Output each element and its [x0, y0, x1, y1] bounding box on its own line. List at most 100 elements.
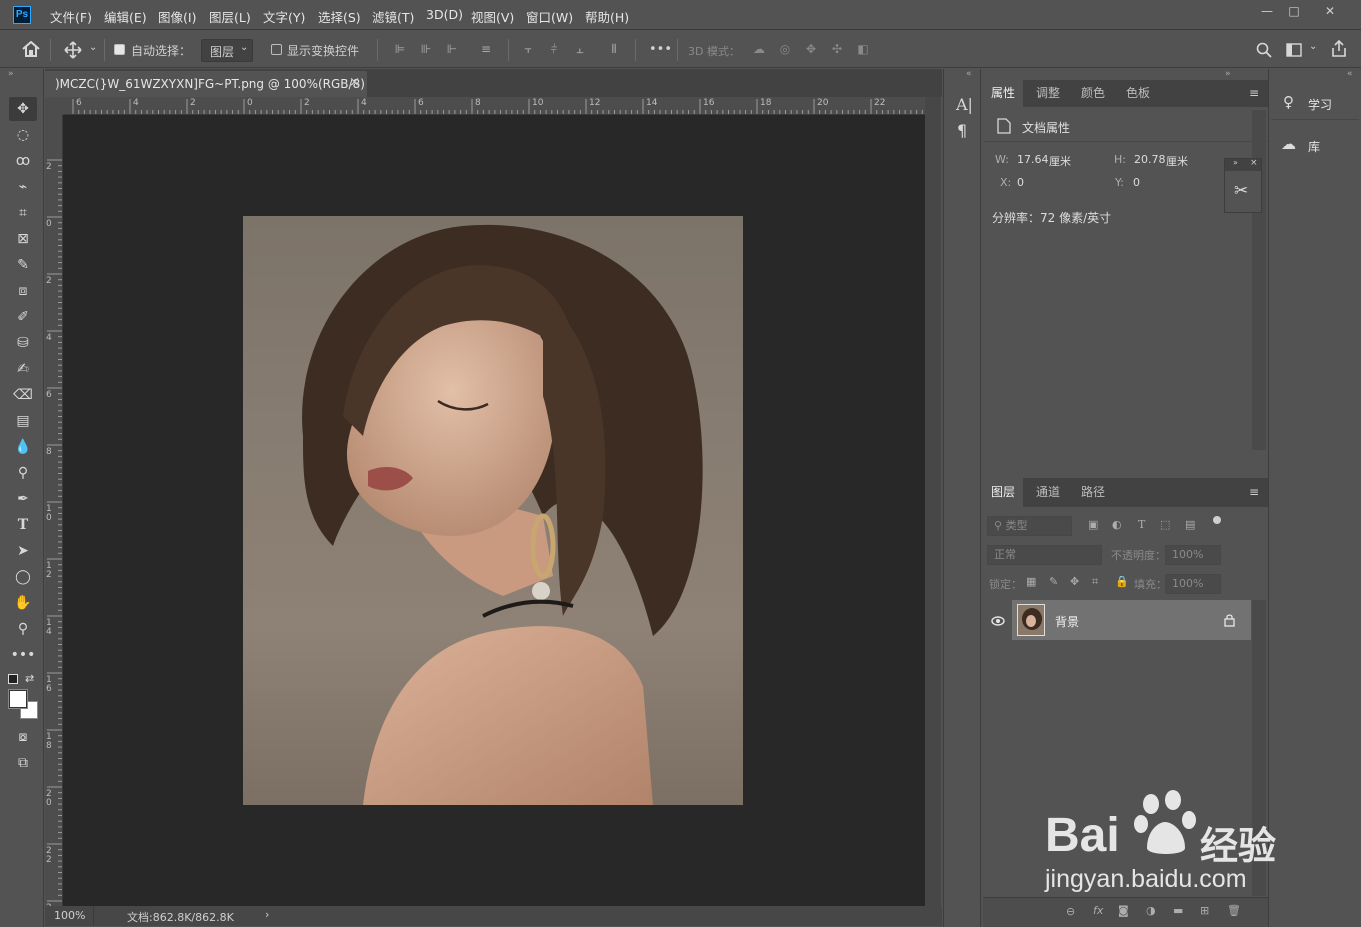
- vertical-scrollbar[interactable]: [925, 97, 941, 906]
- panel-menu-icon[interactable]: ≡: [1249, 485, 1259, 499]
- tab-adjustments[interactable]: 调整: [1028, 80, 1068, 107]
- folder-icon[interactable]: ▬: [1173, 904, 1183, 917]
- trash-icon[interactable]: 🗑: [1227, 904, 1241, 917]
- character-panel-icon[interactable]: A|: [956, 95, 973, 114]
- align-bottom-icon[interactable]: ⫠: [573, 42, 587, 56]
- clone-stamp-tool-icon[interactable]: ⛁: [9, 331, 37, 355]
- collapse-icon[interactable]: »: [8, 69, 14, 79]
- menu-image[interactable]: 图像(I): [158, 7, 196, 26]
- menu-view[interactable]: 视图(V): [471, 7, 514, 26]
- align-top-icon[interactable]: ⫟: [521, 42, 535, 56]
- foreground-color-swatch[interactable]: [9, 690, 27, 708]
- crop-tool-icon[interactable]: ⌗: [9, 201, 37, 225]
- auto-select-target-dropdown[interactable]: 图层 ⌄: [201, 39, 253, 62]
- tab-channels[interactable]: 通道: [1028, 478, 1068, 507]
- quick-mask-icon[interactable]: ⧇: [9, 725, 37, 749]
- expand-icon[interactable]: «: [966, 69, 972, 79]
- menu-help[interactable]: 帮助(H): [585, 7, 629, 26]
- collapse-icon[interactable]: «: [1347, 69, 1353, 79]
- new-layer-icon[interactable]: ⊞: [1200, 904, 1209, 917]
- blend-mode-dropdown[interactable]: 正常: [987, 545, 1102, 565]
- tab-swatches[interactable]: 色板: [1118, 80, 1158, 107]
- more-options-button[interactable]: •••: [649, 42, 672, 57]
- expand-icon[interactable]: »: [1233, 158, 1238, 167]
- align-left-icon[interactable]: ⊫: [393, 42, 407, 56]
- lock-all-icon[interactable]: 🔒: [1115, 575, 1129, 588]
- lock-paint-icon[interactable]: ✎: [1049, 575, 1058, 588]
- 3d-drag-icon[interactable]: ✥: [804, 42, 818, 56]
- tab-properties[interactable]: 属性: [983, 80, 1024, 107]
- fx-icon[interactable]: fx: [1093, 904, 1103, 917]
- mask-icon[interactable]: ◙: [1118, 904, 1129, 917]
- move-tool-icon[interactable]: ✥: [9, 97, 37, 121]
- brush-tool-icon[interactable]: ✐: [9, 305, 37, 329]
- 3d-camera-icon[interactable]: ◧: [856, 42, 870, 56]
- minimize-button[interactable]: —: [1252, 0, 1282, 22]
- marquee-tool-icon[interactable]: ◌: [9, 123, 37, 147]
- menu-window[interactable]: 窗口(W): [526, 7, 573, 26]
- menu-select[interactable]: 选择(S): [318, 7, 361, 26]
- type-filter-icon[interactable]: T: [1138, 518, 1145, 531]
- menu-type[interactable]: 文字(Y): [263, 7, 305, 26]
- learn-panel-button[interactable]: ♀ 学习: [1271, 86, 1359, 120]
- quick-select-tool-icon[interactable]: ⌁: [9, 175, 37, 199]
- panel-menu-icon[interactable]: ≡: [1249, 86, 1259, 100]
- opacity-field[interactable]: 100%: [1165, 545, 1221, 565]
- 3d-slide-icon[interactable]: ✣: [830, 42, 844, 56]
- healing-brush-tool-icon[interactable]: ⧈: [9, 279, 37, 303]
- filter-toggle-icon[interactable]: [1213, 516, 1221, 524]
- menu-file[interactable]: 文件(F): [50, 7, 92, 26]
- frame-tool-icon[interactable]: ⊠: [9, 227, 37, 251]
- dodge-tool-icon[interactable]: ⚲: [9, 461, 37, 485]
- menu-layer[interactable]: 图层(L): [209, 7, 251, 26]
- hand-tool-icon[interactable]: ✋: [9, 591, 37, 615]
- document-image[interactable]: [243, 216, 743, 805]
- 3d-orbit-icon[interactable]: ☁: [752, 42, 766, 56]
- image-filter-icon[interactable]: ▣: [1088, 518, 1098, 531]
- workspace-icon[interactable]: [1286, 43, 1302, 57]
- eye-icon[interactable]: [991, 616, 1005, 626]
- status-menu-arrow-icon[interactable]: ›: [265, 908, 269, 921]
- horizontal-ruler[interactable]: 6 4 2 0 2 4 6 8 10 12 14 16 18 20 22: [63, 97, 925, 115]
- pen-tool-icon[interactable]: ✒: [9, 487, 37, 511]
- menu-edit[interactable]: 编辑(E): [104, 7, 147, 26]
- lasso-tool-icon[interactable]: ꝏ: [9, 149, 37, 173]
- close-window-button[interactable]: ✕: [1315, 0, 1345, 22]
- close-icon[interactable]: ×: [1250, 158, 1258, 168]
- adjustment-filter-icon[interactable]: ◐: [1112, 518, 1122, 531]
- align-right-icon[interactable]: ⊩: [445, 42, 459, 56]
- menu-filter[interactable]: 滤镜(T): [372, 7, 414, 26]
- width-value[interactable]: 17.64: [1017, 153, 1049, 166]
- lock-artboard-icon[interactable]: ⌗: [1092, 575, 1098, 589]
- ellipse-tool-icon[interactable]: ◯: [9, 565, 37, 589]
- expand-icon[interactable]: »: [1225, 69, 1231, 79]
- move-tool-icon[interactable]: [64, 41, 82, 59]
- path-selection-tool-icon[interactable]: ➤: [9, 539, 37, 563]
- eraser-tool-icon[interactable]: ⌫: [9, 383, 37, 407]
- smart-object-filter-icon[interactable]: ▤: [1185, 518, 1195, 531]
- distribute-horizontal-icon[interactable]: ⦀: [607, 42, 621, 56]
- default-colors-icon[interactable]: [8, 674, 18, 684]
- layer-filter-select[interactable]: ⚲ 类型: [987, 516, 1072, 536]
- edit-toolbar-icon[interactable]: •••: [9, 643, 37, 667]
- y-value[interactable]: 0: [1133, 176, 1140, 189]
- tab-layers[interactable]: 图层: [983, 478, 1024, 507]
- show-transform-checkbox[interactable]: [271, 44, 282, 55]
- align-vcenter-icon[interactable]: ⫩: [547, 42, 561, 56]
- layer-row[interactable]: 背景: [1012, 600, 1251, 640]
- eyedropper-tool-icon[interactable]: ✎: [9, 253, 37, 277]
- x-value[interactable]: 0: [1017, 176, 1024, 189]
- gradient-tool-icon[interactable]: ▤: [9, 409, 37, 433]
- library-panel-button[interactable]: ☁ 库: [1271, 129, 1359, 161]
- swap-colors-icon[interactable]: ⇄: [25, 672, 34, 685]
- shape-filter-icon[interactable]: ⬚: [1160, 518, 1170, 531]
- height-value[interactable]: 20.78: [1134, 153, 1166, 166]
- blur-tool-icon[interactable]: 💧: [9, 435, 37, 459]
- align-hcenter-icon[interactable]: ⊪: [419, 42, 433, 56]
- layer-name[interactable]: 背景: [1055, 613, 1079, 630]
- search-icon[interactable]: [1256, 42, 1272, 58]
- 3d-roll-icon[interactable]: ◎: [778, 42, 792, 56]
- tab-color[interactable]: 颜色: [1073, 80, 1113, 107]
- history-brush-tool-icon[interactable]: ✍: [9, 357, 37, 381]
- home-icon[interactable]: [22, 41, 40, 57]
